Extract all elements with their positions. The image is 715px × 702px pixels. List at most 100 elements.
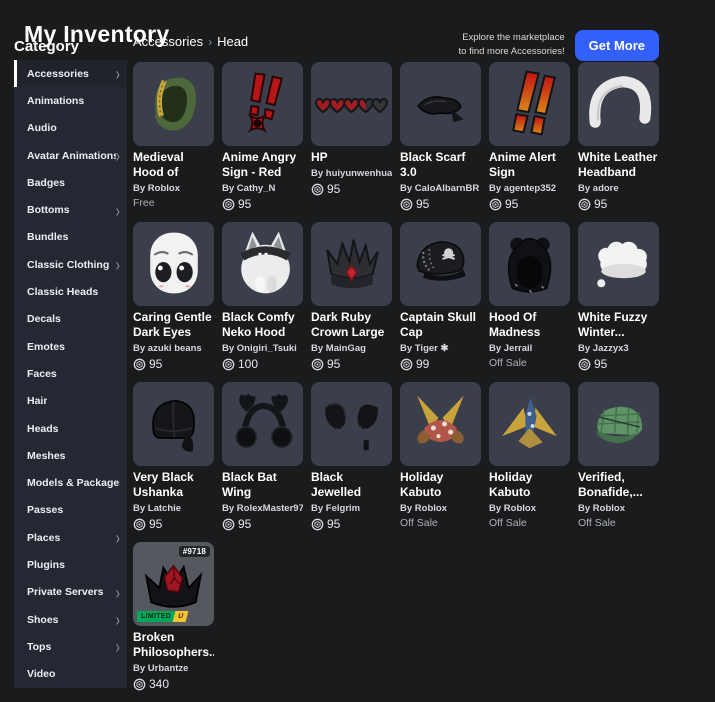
item-card[interactable]: Anime Angry Sign - RedBy Cathy_N95 [222,62,303,214]
hp-hearts-thumbnail-icon [311,62,392,146]
sidebar-item-accessories[interactable]: Accessories› [14,60,127,87]
sidebar-item-label: Shoes [27,614,59,626]
item-name[interactable]: Verified, Bonafide,... [578,470,659,500]
anime-alert-sign-thumbnail-icon [489,62,570,146]
sidebar-item-passes[interactable]: Passes [14,497,127,524]
breadcrumb-accessories[interactable]: Accessories [133,34,203,49]
sidebar-item-badges[interactable]: Badges [14,169,127,196]
item-name[interactable]: Dark Ruby Crown Large [311,310,392,340]
item-creator[interactable]: RolexMaster974 [237,503,303,514]
item-card[interactable]: Hood Of MadnessBy JerrailOff Sale [489,222,570,374]
item-card[interactable]: Captain Skull CapBy Tiger ✱99 [400,222,481,374]
item-name[interactable]: Holiday Kabuto Helmet [400,470,481,500]
item-name[interactable]: Very Black Ushanka [133,470,214,500]
sidebar-item-bottoms[interactable]: Bottoms› [14,196,127,223]
topbar-right: Explore the marketplace to find more Acc… [459,30,659,61]
sidebar-item-hair[interactable]: Hair [14,388,127,415]
item-creator[interactable]: Cathy_N [237,183,276,194]
sidebar-item-plugins[interactable]: Plugins [14,551,127,578]
category-heading: Category [14,38,79,55]
item-creator[interactable]: Jerrail [504,343,533,354]
sidebar-item-emotes[interactable]: Emotes [14,333,127,360]
item-card[interactable]: White Fuzzy Winter...By Jazzyx395 [578,222,659,374]
item-name[interactable]: Broken Philosophers... [133,630,214,660]
item-card[interactable]: Black Bat Wing EarmuffsBy RolexMaster974… [222,382,303,534]
item-name[interactable]: Captain Skull Cap [400,310,481,340]
item-card[interactable]: #9718LIMITEDUBroken Philosophers...By Ur… [133,542,214,694]
sidebar-item-label: Decals [27,313,61,325]
item-creator[interactable]: azuki beans [148,343,202,354]
item-name[interactable]: Black Comfy Neko Hood [222,310,303,340]
sidebar-item-label: Hair [27,395,47,407]
item-byline: By Onigiri_Tsuki [222,343,303,354]
item-creator[interactable]: adore [593,183,619,194]
item-creator[interactable]: Roblox [593,503,625,514]
item-name[interactable]: Caring Gentle Dark Eyes [133,310,214,340]
item-name[interactable]: Anime Alert Sign [489,150,570,180]
item-creator[interactable]: Roblox [148,183,180,194]
item-creator[interactable]: Urbantze [148,663,189,674]
item-name[interactable]: Black Scarf 3.0 [400,150,481,180]
item-card[interactable]: Holiday Kabuto HelmetBy RobloxOff Sale [489,382,570,534]
item-card[interactable]: Dark Ruby Crown Large By MainGag 95 [311,222,392,374]
sidebar-item-audio[interactable]: Audio [14,115,127,142]
item-card[interactable]: Anime Alert SignBy agentep35295 [489,62,570,214]
item-price: 95 [311,357,392,371]
sidebar-item-private-servers[interactable]: Private Servers› [14,579,127,606]
sidebar-item-animations[interactable]: Animations [14,87,127,114]
item-name[interactable]: Anime Angry Sign - Red [222,150,303,180]
item-creator[interactable]: agentep352 [504,183,556,194]
chevron-right-icon: › [116,638,120,656]
sidebar-item-heads[interactable]: Heads [14,415,127,442]
chevron-right-icon: › [116,583,120,601]
item-creator[interactable]: Onigiri_Tsuki [237,343,297,354]
item-card[interactable]: HPBy huiyunwenhua95 [311,62,392,214]
item-card[interactable]: Holiday Kabuto HelmetBy RobloxOff Sale [400,382,481,534]
sidebar-item-classic-clothing[interactable]: Classic Clothing› [14,251,127,278]
item-name[interactable]: Holiday Kabuto Helmet [489,470,570,500]
item-name[interactable]: White Fuzzy Winter... [578,310,659,340]
sidebar-item-video[interactable]: Video [14,661,127,688]
by-label: By [311,343,323,354]
item-card[interactable]: Medieval Hood of MysteryBy RobloxFree [133,62,214,214]
item-card[interactable]: Black Scarf 3.0By CaloAlbarnBR95 [400,62,481,214]
item-card[interactable]: Black Jewelled Horns of the...By Felgrim… [311,382,392,534]
item-creator[interactable]: Tiger ✱ [415,343,449,354]
sidebar-item-faces[interactable]: Faces [14,360,127,387]
item-name[interactable]: Black Jewelled Horns of the... [311,470,392,500]
item-creator[interactable]: Felgrim [326,503,360,514]
item-name[interactable]: White Leather Headband [578,150,659,180]
item-name[interactable]: Hood Of Madness [489,310,570,340]
breadcrumb-head[interactable]: Head [217,34,248,49]
item-name[interactable]: HP [311,150,392,165]
sidebar-item-avatar-animations[interactable]: Avatar Animations› [14,142,127,169]
item-creator[interactable]: huiyunwenhua [326,168,392,179]
by-label: By [489,343,501,354]
sidebar-item-classic-heads[interactable]: Classic Heads [14,278,127,305]
marketplace-note: Explore the marketplace to find more Acc… [459,31,565,59]
item-creator[interactable]: Latchie [148,503,181,514]
item-creator[interactable]: Roblox [415,503,447,514]
item-creator[interactable]: Jazzyx3 [593,343,629,354]
item-creator[interactable]: CaloAlbarnBR [415,183,479,194]
item-price: 95 [222,517,303,531]
sidebar-item-shoes[interactable]: Shoes› [14,606,127,633]
item-card[interactable]: Very Black UshankaBy Latchie95 [133,382,214,534]
sidebar-item-bundles[interactable]: Bundles [14,224,127,251]
sidebar-item-models-packages[interactable]: Models & Packages [14,469,127,496]
sidebar-item-tops[interactable]: Tops› [14,633,127,660]
item-creator[interactable]: MainGag [326,343,366,354]
item-card[interactable]: White Leather HeadbandBy adore95 [578,62,659,214]
sidebar-item-decals[interactable]: Decals [14,306,127,333]
get-more-button[interactable]: Get More [575,30,659,61]
robux-icon [311,358,324,371]
sidebar-item-meshes[interactable]: Meshes [14,442,127,469]
sidebar-item-places[interactable]: Places› [14,524,127,551]
item-name[interactable]: Black Bat Wing Earmuffs [222,470,303,500]
item-card[interactable]: Black Comfy Neko HoodBy Onigiri_Tsuki100 [222,222,303,374]
item-creator[interactable]: Roblox [504,503,536,514]
item-card[interactable]: Verified, Bonafide,...By RobloxOff Sale [578,382,659,534]
item-name[interactable]: Medieval Hood of Mystery [133,150,214,180]
item-card[interactable]: Caring Gentle Dark EyesBy azuki beans95 [133,222,214,374]
main-content: Accessories›Head Explore the marketplace… [133,28,659,694]
